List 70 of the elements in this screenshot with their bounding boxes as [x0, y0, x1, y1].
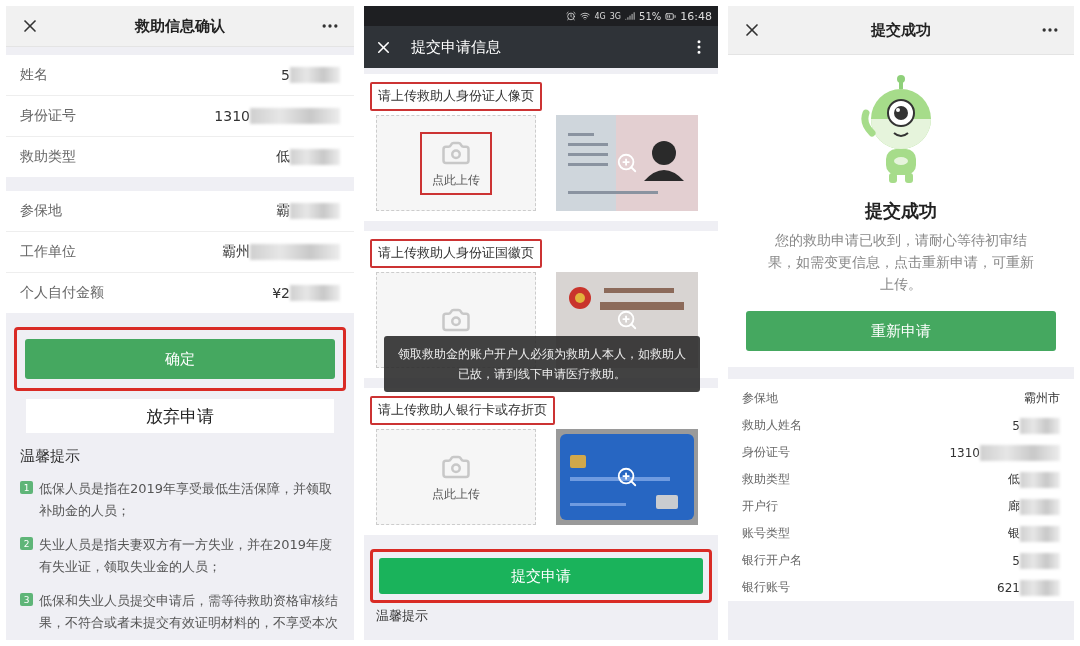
field-label: 参保地 [20, 202, 62, 221]
battery-percent: 51% [639, 10, 662, 22]
field-label: 身份证号 [20, 107, 76, 126]
field-value: 1310 [214, 108, 250, 125]
field-value: 廊 [1008, 498, 1020, 515]
section-label: 请上传救助人银行卡或存折页 [370, 396, 555, 425]
screen-title: 提交成功 [871, 20, 931, 40]
network-label: 4G [594, 11, 606, 21]
tip-number: 3 [20, 593, 33, 606]
alarm-icon [566, 11, 577, 21]
tip-number: 2 [20, 537, 33, 550]
success-heading: 提交成功 [865, 199, 937, 223]
field-label: 开户行 [742, 498, 778, 515]
cancel-button[interactable]: 放弃申请 [26, 399, 334, 433]
tips-heading: 温馨提示 [19, 446, 81, 467]
clock-time: 16:48 [680, 9, 712, 23]
field-label: 工作单位 [20, 243, 76, 262]
blurred-redaction [1020, 552, 1060, 569]
field-value: 霸州 [222, 243, 250, 262]
battery-icon [665, 10, 677, 22]
field-label: 银行开户名 [742, 552, 802, 569]
field-label: 救助人姓名 [742, 417, 802, 434]
field-label: 个人自付金额 [20, 284, 104, 303]
field-value: 霸州市 [1024, 390, 1060, 407]
section-label: 请上传救助人身份证国徽页 [370, 239, 542, 268]
upload-label: 点此上传 [432, 485, 480, 503]
tip-text: 低保人员是指在2019年享受最低生活保障，并领取补助金的人员； [39, 480, 334, 520]
blurred-redaction [290, 149, 340, 166]
field-value: 5 [1012, 553, 1020, 568]
tips-heading: 温馨提示 [375, 607, 429, 625]
field-value: 银 [1008, 525, 1020, 542]
blurred-redaction [290, 285, 340, 302]
blurred-redaction [1020, 498, 1060, 515]
field-label: 银行账号 [742, 579, 790, 596]
tip-text: 低保和失业人员提交申请后，需等待救助资格审核结果，不符合或者未提交有效证明材料的，不享受本次 [39, 592, 339, 632]
zoom-in-icon[interactable] [616, 309, 638, 331]
blurred-redaction [290, 203, 340, 220]
field-label: 参保地 [742, 390, 778, 407]
upload-area[interactable]: 点此上传 [376, 115, 536, 211]
upload-area[interactable]: 点此上传 [376, 429, 536, 525]
message-toast: 领取救助金的账户开户人必须为救助人本人，如救助人已故，请到线下申请医疗救助。 [384, 336, 700, 392]
field-value: 低 [1008, 471, 1020, 488]
blurred-redaction [1020, 417, 1060, 434]
network-label: 3G [609, 11, 622, 21]
field-value: 621 [997, 580, 1020, 595]
tip-text: 失业人员是指夫妻双方有一方失业，并在2019年度有失业证，领取失业金的人员； [39, 536, 334, 576]
field-label: 姓名 [20, 66, 48, 85]
field-label: 救助类型 [20, 148, 76, 167]
blurred-redaction [1020, 525, 1060, 542]
blurred-redaction [1020, 471, 1060, 488]
success-message: 您的救助申请已收到，请耐心等待初审结果，如需变更信息，点击重新申请，可重新上传。 [768, 231, 1034, 294]
blurred-redaction [290, 67, 340, 84]
field-label: 身份证号 [742, 444, 790, 461]
screen-title: 提交申请信息 [411, 37, 502, 57]
blurred-redaction [1020, 579, 1060, 596]
screen-title: 救助信息确认 [135, 16, 225, 36]
field-value: 1310 [949, 445, 980, 460]
field-value: ¥2 [272, 285, 290, 302]
field-value: 5 [1012, 418, 1020, 433]
field-label: 救助类型 [742, 471, 790, 488]
field-value: 霸 [276, 202, 290, 221]
field-label: 账号类型 [742, 525, 790, 542]
upload-label: 点此上传 [432, 171, 480, 189]
tip-number: 1 [20, 481, 33, 494]
zoom-in-icon[interactable] [616, 466, 638, 488]
wifi-icon [580, 11, 591, 21]
signal-icon [625, 11, 636, 21]
section-label: 请上传救助人身份证人像页 [370, 82, 542, 111]
field-value: 5 [281, 67, 290, 84]
field-value: 低 [276, 148, 290, 167]
